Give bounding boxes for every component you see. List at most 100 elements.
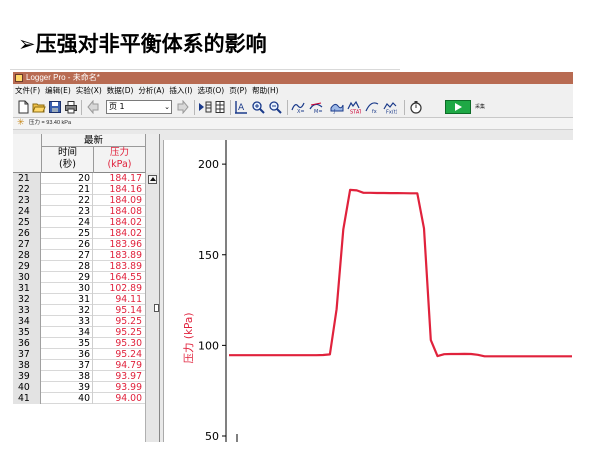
time-cell[interactable]: 38: [41, 371, 93, 382]
menu-insert[interactable]: 插入(I): [167, 84, 195, 97]
time-cell[interactable]: 30: [41, 283, 93, 294]
table-row[interactable]: 27 26 183.96: [13, 239, 145, 250]
menu-edit[interactable]: 编辑(E): [43, 84, 74, 97]
table-view-icon[interactable]: [213, 100, 227, 114]
pressure-cell[interactable]: 95.25: [93, 316, 145, 327]
pressure-cell[interactable]: 94.00: [93, 393, 145, 404]
table-row[interactable]: 30 29 164.55: [13, 272, 145, 283]
pressure-cell[interactable]: 184.08: [93, 206, 145, 217]
time-cell[interactable]: 22: [41, 195, 93, 206]
pressure-cell[interactable]: 95.14: [93, 305, 145, 316]
pressure-cell[interactable]: 184.16: [93, 184, 145, 195]
time-cell[interactable]: 39: [41, 382, 93, 393]
pressure-cell[interactable]: 183.89: [93, 250, 145, 261]
new-file-icon[interactable]: [16, 100, 30, 114]
table-row[interactable]: 25 24 184.02: [13, 217, 145, 228]
table-row[interactable]: 26 25 184.02: [13, 228, 145, 239]
time-cell[interactable]: 27: [41, 250, 93, 261]
pressure-cell[interactable]: 95.30: [93, 338, 145, 349]
time-cell[interactable]: 25: [41, 228, 93, 239]
pressure-cell[interactable]: 93.97: [93, 371, 145, 382]
table-row[interactable]: 36 35 95.30: [13, 338, 145, 349]
time-cell[interactable]: 36: [41, 349, 93, 360]
menu-file[interactable]: 文件(F): [13, 84, 43, 97]
menu-data[interactable]: 数据(D): [105, 84, 137, 97]
statistics-icon[interactable]: STAT: [347, 100, 361, 114]
menu-options[interactable]: 选项(O): [195, 84, 227, 97]
time-cell[interactable]: 35: [41, 338, 93, 349]
table-row[interactable]: 33 32 95.14: [13, 305, 145, 316]
table-row[interactable]: 32 31 94.11: [13, 294, 145, 305]
data-browser-icon[interactable]: [198, 100, 212, 114]
pressure-cell[interactable]: 93.99: [93, 382, 145, 393]
linear-fit-icon[interactable]: Fx(t): [383, 100, 397, 114]
pressure-cell[interactable]: 95.25: [93, 327, 145, 338]
table-row[interactable]: 40 39 93.99: [13, 382, 145, 393]
pressure-cell[interactable]: 184.09: [93, 195, 145, 206]
table-rows: 21 20 184.17 22 21 184.16 23 22 184.09 24 23 184.08…: [13, 173, 145, 404]
table-row[interactable]: 29 28 183.89: [13, 261, 145, 272]
next-page-icon[interactable]: [176, 100, 190, 114]
integral-icon[interactable]: ∫: [330, 100, 344, 114]
page-select[interactable]: 页 1 ⌄: [106, 100, 172, 114]
pressure-cell[interactable]: 183.96: [93, 239, 145, 250]
time-cell[interactable]: 34: [41, 327, 93, 338]
pressure-cell[interactable]: 95.24: [93, 349, 145, 360]
time-cell[interactable]: 26: [41, 239, 93, 250]
examine-icon[interactable]: X=: [291, 100, 305, 114]
toolbar-separator: [194, 100, 195, 115]
pressure-cell[interactable]: 164.55: [93, 272, 145, 283]
table-row[interactable]: 37 36 95.24: [13, 349, 145, 360]
time-cell[interactable]: 31: [41, 294, 93, 305]
open-folder-icon[interactable]: [32, 100, 46, 114]
collect-button[interactable]: [445, 100, 471, 114]
autoscale-icon[interactable]: A: [234, 100, 248, 114]
table-row[interactable]: 39 38 93.97: [13, 371, 145, 382]
pressure-cell[interactable]: 94.11: [93, 294, 145, 305]
table-row[interactable]: 23 22 184.09: [13, 195, 145, 206]
graph-panel[interactable]: 200 150 100 50 压力 (kPa): [163, 140, 573, 442]
pressure-cell[interactable]: 102.89: [93, 283, 145, 294]
pressure-cell[interactable]: 183.89: [93, 261, 145, 272]
curve-fit-icon[interactable]: fx: [365, 100, 379, 114]
table-row[interactable]: 38 37 94.79: [13, 360, 145, 371]
stopwatch-icon[interactable]: [409, 100, 423, 114]
time-cell[interactable]: 32: [41, 305, 93, 316]
save-icon[interactable]: [48, 100, 62, 114]
menu-experiment[interactable]: 实验(X): [74, 84, 105, 97]
data-table[interactable]: 最新 时间 (秒) 压力 (kPa) 21 20 184.17 22 21 184.16 2…: [13, 134, 160, 442]
pressure-cell[interactable]: 184.02: [93, 228, 145, 239]
time-cell[interactable]: 29: [41, 272, 93, 283]
time-cell[interactable]: 20: [41, 173, 93, 184]
zoom-in-icon[interactable]: [251, 100, 265, 114]
time-cell[interactable]: 28: [41, 261, 93, 272]
menu-page[interactable]: 页(P): [227, 84, 250, 97]
menu-analyze[interactable]: 分析(A): [136, 84, 167, 97]
table-row[interactable]: 28 27 183.89: [13, 250, 145, 261]
column-header-time[interactable]: 时间 (秒): [41, 147, 93, 173]
time-cell[interactable]: 40: [41, 393, 93, 404]
column-header-pressure[interactable]: 压力 (kPa): [93, 147, 145, 173]
time-cell[interactable]: 21: [41, 184, 93, 195]
time-cell[interactable]: 33: [41, 316, 93, 327]
table-row[interactable]: 22 21 184.16: [13, 184, 145, 195]
zoom-out-icon[interactable]: [268, 100, 282, 114]
pressure-cell[interactable]: 184.17: [93, 173, 145, 184]
table-row[interactable]: 41 40 94.00: [13, 393, 145, 404]
split-handle[interactable]: [154, 304, 159, 312]
time-cell[interactable]: 23: [41, 206, 93, 217]
tangent-icon[interactable]: M=: [309, 100, 323, 114]
pressure-cell[interactable]: 184.02: [93, 217, 145, 228]
print-icon[interactable]: [64, 100, 78, 114]
scroll-up-button[interactable]: [148, 175, 157, 184]
menu-help[interactable]: 帮助(H): [250, 84, 282, 97]
table-row[interactable]: 35 34 95.25: [13, 327, 145, 338]
time-cell[interactable]: 37: [41, 360, 93, 371]
time-cell[interactable]: 24: [41, 217, 93, 228]
pressure-cell[interactable]: 94.79: [93, 360, 145, 371]
back-page-icon[interactable]: [86, 100, 100, 114]
table-row[interactable]: 24 23 184.08: [13, 206, 145, 217]
table-row[interactable]: 21 20 184.17: [13, 173, 145, 184]
table-row[interactable]: 31 30 102.89: [13, 283, 145, 294]
table-row[interactable]: 34 33 95.25: [13, 316, 145, 327]
